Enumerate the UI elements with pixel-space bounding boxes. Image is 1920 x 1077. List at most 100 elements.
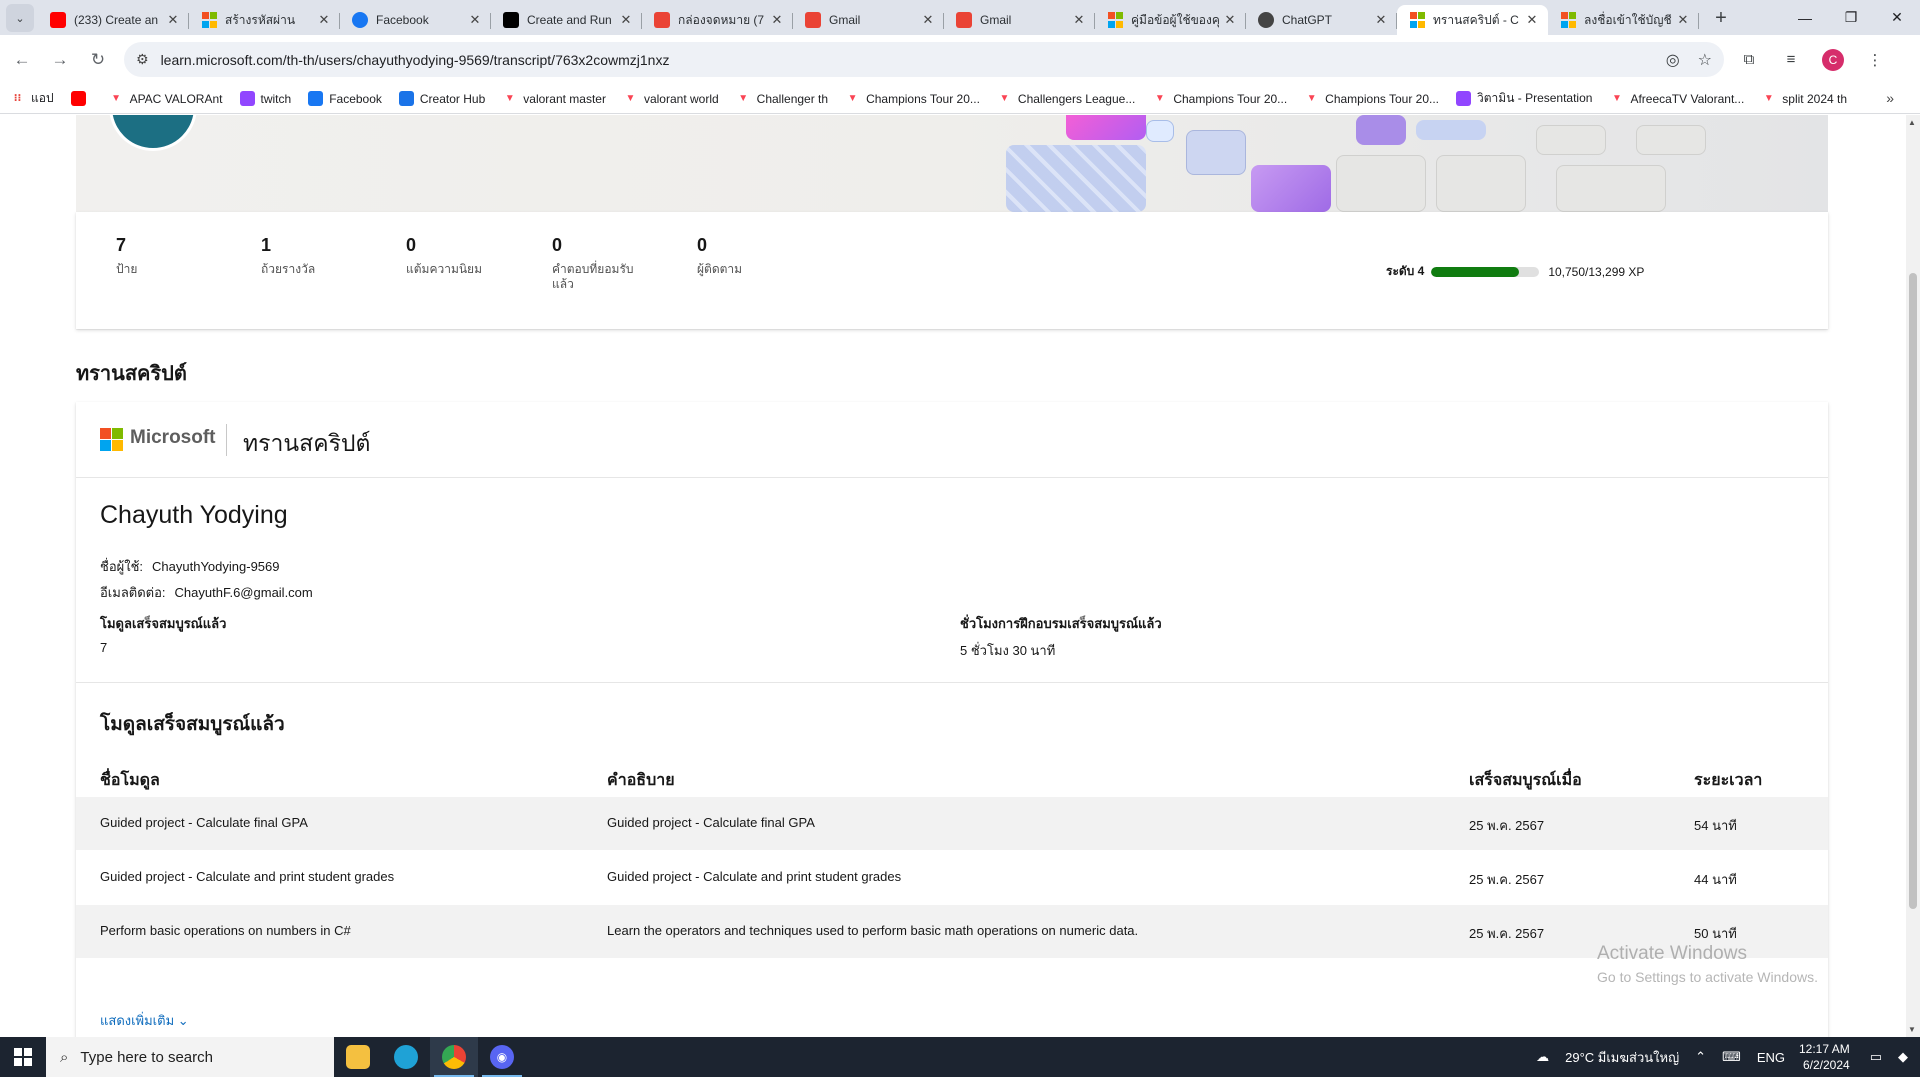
browser-tab[interactable]: Gmail ✕ (944, 5, 1095, 35)
notification-icon[interactable]: ▭ (1870, 1049, 1882, 1065)
tab-search-button[interactable]: ⌄ (6, 4, 34, 32)
close-tab-icon[interactable]: ✕ (1675, 12, 1691, 28)
bookmark-item[interactable]: วิตามิน - Presentation (1456, 89, 1592, 108)
bookmark-item[interactable] (70, 91, 92, 106)
bookmark-item[interactable]: ▼ Challengers League... (997, 91, 1135, 106)
close-tab-icon[interactable]: ✕ (618, 12, 634, 28)
close-tab-icon[interactable]: ✕ (316, 12, 332, 28)
decor-block (1356, 115, 1406, 145)
scroll-up-arrow-icon[interactable]: ▲ (1908, 118, 1916, 127)
minimize-button[interactable]: — (1782, 0, 1828, 35)
stat-badges[interactable]: 7 ป้าย (116, 235, 216, 277)
bookmark-item[interactable]: ▼ Champions Tour 20... (1304, 91, 1439, 106)
chevron-double-right-icon[interactable]: » (1886, 90, 1894, 106)
column-header-duration: ระยะเวลา (1694, 772, 1763, 789)
decor-block (1536, 125, 1606, 155)
bookmark-item[interactable]: ▼ valorant world (623, 91, 719, 106)
weather-text[interactable]: 29°C มีเมฆส่วนใหญ่ (1565, 1047, 1679, 1068)
browser-tab[interactable]: ลงชื่อเข้าใช้บัญชี ✕ (1548, 5, 1699, 35)
copilot-icon[interactable]: ◆ (1898, 1049, 1908, 1065)
module-duration: 54 นาที (1694, 818, 1737, 833)
browser-tab[interactable]: (233) Create an ✕ (38, 5, 189, 35)
bookmark-item[interactable]: Facebook (308, 91, 382, 106)
browser-tab[interactable]: Create and Run ✕ (491, 5, 642, 35)
back-button[interactable]: ← (6, 44, 38, 76)
taskbar-edge[interactable] (382, 1037, 430, 1077)
extensions-icon[interactable]: ⧉ (1732, 43, 1766, 77)
browser-tab[interactable]: ChatGPT ✕ (1246, 5, 1397, 35)
bookmark-item[interactable]: ▼ valorant master (502, 91, 606, 106)
bookmark-item[interactable]: ▼ Challenger th (736, 91, 828, 106)
keyboard-icon[interactable]: ⌨ (1722, 1049, 1741, 1065)
language-indicator[interactable]: ENG (1757, 1050, 1785, 1065)
valorant-icon: ▼ (847, 93, 858, 104)
profile-button[interactable]: C (1816, 43, 1850, 77)
taskbar-search-box[interactable]: ⌕ Type here to search (46, 1037, 334, 1077)
url-text[interactable]: learn.microsoft.com/th-th/users/chayuthy… (161, 52, 1648, 68)
stat-accepted-answers[interactable]: 0 คำตอบที่ยอมรับแล้ว (552, 235, 642, 292)
level-progress: ระดับ 4 10,750/13,299 XP (1386, 262, 1644, 281)
close-tab-icon[interactable]: ✕ (165, 12, 181, 28)
bookmark-item[interactable]: Creator Hub (398, 91, 485, 106)
module-name: Guided project - Calculate and print stu… (100, 869, 395, 884)
window-controls: — ❐ ✕ (1782, 0, 1920, 35)
close-tab-icon[interactable]: ✕ (1524, 12, 1540, 28)
browser-tab[interactable]: สร้างรหัสผ่าน ✕ (189, 5, 340, 35)
bookmark-star-icon[interactable]: ☆ (1698, 50, 1712, 70)
clock[interactable]: 12:17 AM 6/2/2024 (1799, 1041, 1850, 1073)
close-window-button[interactable]: ✕ (1874, 0, 1920, 35)
close-tab-icon[interactable]: ✕ (920, 12, 936, 28)
site-info-icon[interactable]: ⚙ (136, 51, 149, 68)
valorant-icon: ▼ (1306, 93, 1317, 104)
new-tab-button[interactable]: + (1707, 4, 1735, 32)
close-tab-icon[interactable]: ✕ (1222, 12, 1238, 28)
browser-tab[interactable]: Gmail ✕ (793, 5, 944, 35)
decor-block (1186, 130, 1246, 175)
browser-tab[interactable]: ทรานสคริปต์ - C ✕ (1397, 5, 1548, 35)
folder-icon (346, 1045, 370, 1069)
taskbar-chrome[interactable] (430, 1037, 478, 1077)
address-bar[interactable]: ⚙ learn.microsoft.com/th-th/users/chayut… (124, 42, 1724, 77)
browser-tab[interactable]: คู่มือข้อผู้ใช้ของคุ ✕ (1095, 5, 1246, 35)
page-scrollbar[interactable]: ▲ ▼ (1906, 115, 1920, 1037)
bookmark-item[interactable]: ▼ Champions Tour 20... (1152, 91, 1287, 106)
reload-button[interactable]: ↻ (82, 44, 114, 76)
email-line: อีเมลติดต่อ: ChayuthF.6@gmail.com (100, 582, 313, 603)
stat-followers[interactable]: 0 ผู้ติดตาม (697, 235, 797, 277)
browser-tab[interactable]: กล่องจดหมาย (7 ✕ (642, 5, 793, 35)
apps-icon: ⁝⁝ (13, 93, 22, 104)
stat-trophies[interactable]: 1 ถ้วยรางวัล (261, 235, 361, 277)
microsoft-icon (1107, 12, 1123, 28)
module-description: Guided project - Calculate final GPA (607, 815, 815, 830)
valorant-icon: ▼ (999, 93, 1010, 104)
bookmark-item[interactable]: ▼ split 2024 th (1761, 91, 1847, 106)
chevron-up-icon[interactable]: ⌃ (1695, 1049, 1706, 1065)
menu-kebab-icon[interactable]: ⋮ (1858, 43, 1892, 77)
scrollbar-thumb[interactable] (1909, 273, 1917, 909)
bookmark-item[interactable]: ⁝⁝ แอป (10, 89, 54, 108)
taskbar-discord[interactable]: ◉ (478, 1037, 526, 1077)
bookmark-label: APAC VALORAnt (129, 91, 223, 106)
show-more-link[interactable]: แสดงเพิ่มเติม ⌄ (100, 1010, 189, 1031)
start-button[interactable] (0, 1037, 46, 1077)
stat-reputation[interactable]: 0 แต้มความนิยม (406, 235, 506, 277)
browser-tab[interactable]: Facebook ✕ (340, 5, 491, 35)
media-control-icon[interactable]: ≡ (1774, 43, 1808, 77)
tab-title: ลงชื่อเข้าใช้บัญชี (1584, 12, 1672, 27)
close-tab-icon[interactable]: ✕ (769, 12, 785, 28)
close-tab-icon[interactable]: ✕ (1071, 12, 1087, 28)
forward-button[interactable]: → (44, 44, 76, 76)
bookmark-item[interactable]: ▼ AfreecaTV Valorant... (1609, 91, 1744, 106)
scroll-down-arrow-icon[interactable]: ▼ (1908, 1025, 1916, 1034)
taskbar-file-explorer[interactable] (334, 1037, 382, 1077)
module-description: Guided project - Calculate and print stu… (607, 869, 902, 884)
close-tab-icon[interactable]: ✕ (467, 12, 483, 28)
restore-button[interactable]: ❐ (1828, 0, 1874, 35)
close-tab-icon[interactable]: ✕ (1373, 12, 1389, 28)
bookmark-item[interactable]: twitch (239, 91, 291, 106)
bookmark-item[interactable]: ▼ Champions Tour 20... (845, 91, 980, 106)
eye-off-icon[interactable]: ◎ (1666, 50, 1680, 70)
profile-banner (76, 115, 1828, 212)
weather-icon[interactable]: ☁ (1536, 1049, 1549, 1065)
bookmark-item[interactable]: ▼ APAC VALORAnt (109, 91, 223, 106)
